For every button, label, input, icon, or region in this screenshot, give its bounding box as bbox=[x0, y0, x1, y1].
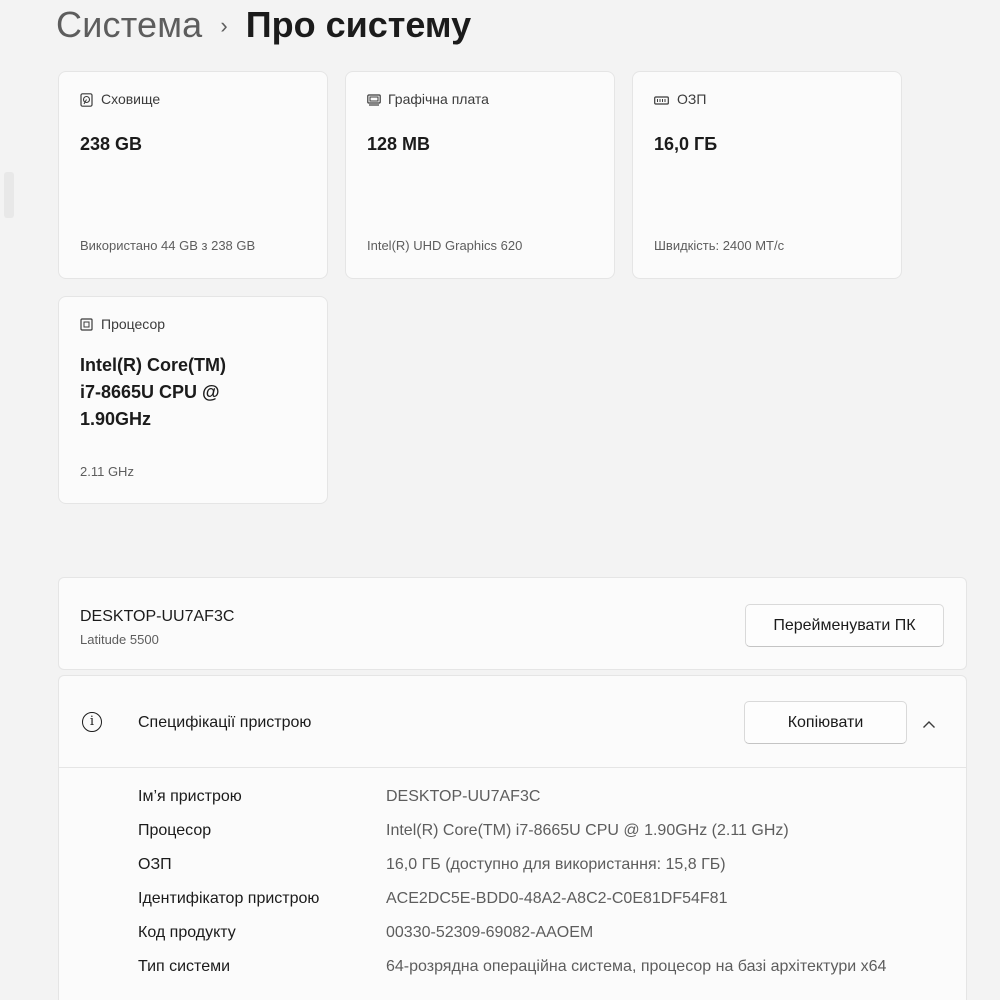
processor-value: Intel(R) Core(TM) i7-8665U CPU @ 1.90GHz bbox=[80, 352, 226, 433]
navigation-pane-edge bbox=[0, 0, 14, 1000]
processor-tile[interactable]: Процесор Intel(R) Core(TM) i7-8665U CPU … bbox=[58, 296, 328, 504]
processor-value-line: 1.90GHz bbox=[80, 409, 152, 429]
spec-label: Ідентифікатор пристрою bbox=[138, 890, 320, 907]
device-specs-header[interactable]: i Специфікації пристрою Копіювати bbox=[59, 676, 966, 768]
processor-icon bbox=[80, 317, 93, 331]
device-model: Latitude 5500 bbox=[80, 632, 159, 647]
chevron-up-icon[interactable] bbox=[917, 712, 941, 736]
spec-value[interactable]: Intel(R) Core(TM) i7-8665U CPU @ 1.90GHz… bbox=[386, 820, 906, 842]
graphics-model: Intel(R) UHD Graphics 620 bbox=[367, 238, 523, 253]
processor-speed: 2.11 GHz bbox=[80, 464, 134, 479]
rename-pc-button[interactable]: Перейменувати ПК bbox=[745, 604, 944, 647]
ram-tile[interactable]: ОЗП 16,0 ГБ Швидкість: 2400 МТ/с bbox=[632, 71, 902, 279]
breadcrumb-system-link[interactable]: Система bbox=[56, 4, 202, 46]
processor-tile-header: Процесор bbox=[80, 316, 165, 332]
spec-value[interactable]: 16,0 ГБ (доступно для використання: 15,8… bbox=[386, 854, 906, 876]
ram-icon bbox=[654, 93, 669, 106]
spec-label: Процесор bbox=[138, 822, 212, 839]
spec-value[interactable]: 64-розрядна операційна система, процесор… bbox=[386, 956, 906, 978]
device-specs-title: Специфікації пристрою bbox=[138, 714, 312, 731]
processor-value-line: i7-8665U CPU @ bbox=[80, 382, 220, 402]
about-page: Система › Про систему Сховище 238 GB Вик… bbox=[0, 0, 1000, 1000]
storage-icon bbox=[80, 92, 93, 107]
breadcrumb-separator: › bbox=[220, 13, 228, 38]
storage-tile[interactable]: Сховище 238 GB Використано 44 GB з 238 G… bbox=[58, 71, 328, 279]
info-icon: i bbox=[82, 712, 102, 732]
storage-value: 238 GB bbox=[80, 134, 143, 154]
processor-value-line: Intel(R) Core(TM) bbox=[80, 355, 226, 375]
storage-label: Сховище bbox=[101, 91, 161, 107]
graphics-tile[interactable]: Графічна плата 128 MB Intel(R) UHD Graph… bbox=[345, 71, 615, 279]
page-title: Про систему bbox=[245, 4, 472, 45]
spec-value[interactable]: ACE2DC5E-BDD0-48A2-A8C2-C0E81DF54F81 bbox=[386, 888, 906, 910]
breadcrumb: Система › Про систему bbox=[56, 0, 471, 50]
ram-value: 16,0 ГБ bbox=[654, 134, 718, 154]
ram-label: ОЗП bbox=[677, 91, 707, 107]
device-name: DESKTOP-UU7AF3C bbox=[80, 608, 235, 625]
ram-speed: Швидкість: 2400 МТ/с bbox=[654, 238, 785, 253]
spec-value[interactable]: 00330-52309-69082-AAOEM bbox=[386, 922, 906, 944]
nav-selection-indicator[interactable] bbox=[4, 172, 14, 218]
graphics-label: Графічна плата bbox=[388, 91, 489, 107]
ram-tile-header: ОЗП bbox=[654, 91, 706, 107]
processor-label: Процесор bbox=[101, 316, 166, 332]
spec-label: Ім’я пристрою bbox=[138, 788, 242, 805]
graphics-value: 128 MB bbox=[367, 134, 431, 154]
spec-label: Код продукту bbox=[138, 924, 236, 941]
storage-tile-header: Сховище bbox=[80, 91, 160, 107]
spec-label: Тип системи bbox=[138, 958, 231, 975]
device-specs-card: i Специфікації пристрою Копіювати Ім’я п… bbox=[58, 675, 967, 1000]
spec-label: ОЗП bbox=[138, 856, 172, 873]
device-name-card: DESKTOP-UU7AF3C Latitude 5500 Перейменув… bbox=[58, 577, 967, 670]
copy-button[interactable]: Копіювати bbox=[744, 701, 907, 744]
graphics-card-icon bbox=[367, 93, 381, 106]
spec-value[interactable]: DESKTOP-UU7AF3C bbox=[386, 786, 906, 808]
storage-usage: Використано 44 GB з 238 GB bbox=[80, 238, 256, 253]
graphics-tile-header: Графічна плата bbox=[367, 91, 489, 107]
